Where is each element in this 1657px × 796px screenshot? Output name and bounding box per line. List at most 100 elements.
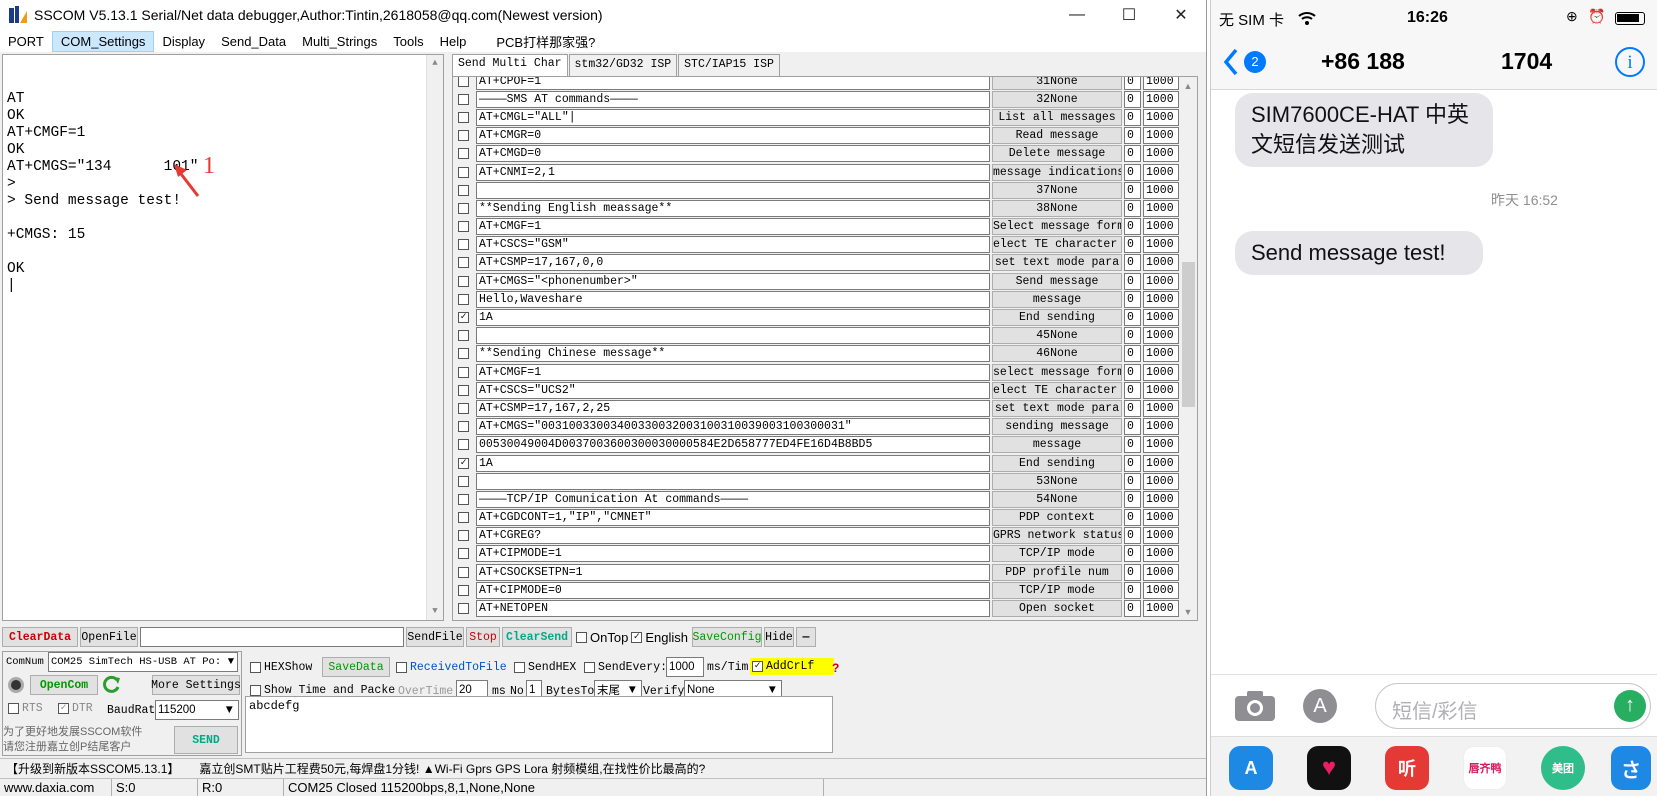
ad-link[interactable]: 嘉立创SMT贴片工程费50元,每焊盘1分钱! ▲Wi-Fi Gprs GPS L… [199, 760, 705, 777]
row-command-input[interactable]: 00530049004D0037003600300030000584E2D658… [476, 436, 990, 454]
row-order-input[interactable]: 0 [1124, 490, 1141, 508]
row-order-input[interactable]: 0 [1124, 90, 1141, 108]
row-command-input[interactable]: AT+CSMP=17,167,0,0 [476, 254, 990, 272]
row-command-input[interactable]: AT+CIPMODE=0 [476, 581, 990, 599]
row-order-input[interactable]: 0 [1124, 545, 1141, 563]
row-delay-input[interactable]: 1000 [1143, 381, 1179, 399]
row-order-input[interactable]: 0 [1124, 381, 1141, 399]
close-button[interactable]: ✕ [1155, 0, 1206, 30]
row-delay-input[interactable]: 1000 [1143, 272, 1179, 290]
row-checkbox[interactable]: ✓ [458, 457, 469, 469]
row-command-input[interactable]: **Sending English meassage** [476, 199, 990, 217]
save-config-button[interactable]: SaveConfig [691, 627, 762, 647]
row-send-button[interactable]: sending message [992, 418, 1122, 436]
row-order-input[interactable]: 0 [1124, 472, 1141, 490]
row-send-button[interactable]: set text mode para [992, 399, 1122, 417]
message-bubble-2[interactable]: Send message test! [1235, 231, 1483, 275]
row-checkbox[interactable] [458, 275, 469, 287]
row-send-button[interactable]: Select message forma [992, 218, 1122, 236]
row-send-button[interactable]: select message forma [992, 363, 1122, 381]
send-file-button[interactable]: SendFile [406, 627, 464, 647]
row-command-input[interactable]: AT+CSOCKSETPN=1 [476, 563, 990, 581]
row-checkbox[interactable] [458, 166, 469, 178]
app-store-app-icon[interactable]: A [1229, 746, 1273, 790]
menu-tools[interactable]: Tools [385, 32, 431, 51]
tab-stc-isp[interactable]: STC/IAP15 ISP [678, 54, 780, 76]
row-command-input[interactable]: AT+CGDCONT=1,"IP","CMNET" [476, 509, 990, 527]
refresh-icon[interactable] [102, 675, 122, 695]
row-command-input[interactable]: AT+CSMP=17,167,2,25 [476, 399, 990, 417]
clear-data-button[interactable]: ClearData [2, 627, 78, 647]
row-delay-input[interactable]: 1000 [1143, 145, 1179, 163]
row-command-input[interactable]: AT+CMGF=1 [476, 363, 990, 381]
row-checkbox[interactable] [458, 239, 469, 251]
baud-rate-select[interactable]: 115200 ▼ [155, 700, 239, 720]
ting-app-icon[interactable]: 听 [1385, 746, 1429, 790]
row-send-button[interactable]: Send message [992, 272, 1122, 290]
row-delay-input[interactable]: 1000 [1143, 127, 1179, 145]
row-send-button[interactable]: Open socket [992, 600, 1122, 618]
row-command-input[interactable] [476, 327, 990, 345]
row-order-input[interactable]: 0 [1124, 418, 1141, 436]
maximize-button[interactable]: ☐ [1103, 0, 1155, 30]
row-command-input[interactable]: AT+CSCS="UCS2" [476, 381, 990, 399]
row-checkbox[interactable] [458, 330, 469, 342]
row-delay-input[interactable]: 1000 [1143, 436, 1179, 454]
english-checkbox[interactable]: ✓ English [631, 630, 688, 645]
terminal-scrollbar[interactable]: ▲ ▼ [426, 55, 443, 620]
row-order-input[interactable]: 0 [1124, 108, 1141, 126]
row-order-input[interactable]: 0 [1124, 218, 1141, 236]
menu-multi-strings[interactable]: Multi_Strings [294, 32, 385, 51]
row-order-input[interactable]: 0 [1124, 436, 1141, 454]
contact-number-suffix[interactable]: 1704 [1501, 48, 1552, 75]
row-delay-input[interactable]: 1000 [1143, 454, 1179, 472]
rts-checkbox[interactable]: RTS [8, 702, 43, 715]
row-checkbox[interactable] [458, 475, 469, 487]
row-delay-input[interactable]: 1000 [1143, 77, 1179, 90]
row-order-input[interactable]: 0 [1124, 163, 1141, 181]
hide-button[interactable]: Hide [763, 627, 794, 647]
row-delay-input[interactable]: 1000 [1143, 472, 1179, 490]
scroll-thumb[interactable] [1182, 262, 1195, 407]
row-send-button[interactable]: GPRS network status [992, 527, 1122, 545]
row-send-button[interactable]: 46None [992, 345, 1122, 363]
row-delay-input[interactable]: 1000 [1143, 509, 1179, 527]
row-delay-input[interactable]: 1000 [1143, 581, 1179, 599]
tab-stm32-isp[interactable]: stm32/GD32 ISP [568, 54, 678, 76]
row-order-input[interactable]: 0 [1124, 509, 1141, 527]
file-path-input[interactable] [140, 627, 404, 647]
menu-com-settings[interactable]: COM_Settings [51, 30, 155, 52]
add-crlf-checkbox[interactable]: ✓ AddCrLf [750, 658, 835, 675]
row-order-input[interactable]: 0 [1124, 181, 1141, 199]
row-checkbox[interactable] [458, 493, 469, 505]
contact-number-prefix[interactable]: +86 188 [1321, 48, 1405, 75]
row-command-input[interactable]: AT+CMGF=1 [476, 218, 990, 236]
row-delay-input[interactable]: 1000 [1143, 254, 1179, 272]
row-command-input[interactable]: ————TCP/IP Comunication At commands———— [476, 490, 990, 508]
send-every-input[interactable]: 1000 [666, 657, 704, 677]
row-delay-input[interactable]: 1000 [1143, 236, 1179, 254]
row-order-input[interactable]: 0 [1124, 581, 1141, 599]
row-checkbox[interactable] [458, 221, 469, 233]
row-order-input[interactable]: 0 [1124, 563, 1141, 581]
menu-pcb-ad[interactable]: PCB打样那家强? [488, 30, 603, 53]
row-send-button[interactable]: List all messages [992, 108, 1122, 126]
row-command-input[interactable]: ————SMS AT commands———— [476, 90, 990, 108]
chunqiya-app-icon[interactable]: 唇齐鸭 [1463, 746, 1507, 790]
row-checkbox[interactable] [458, 148, 469, 160]
row-delay-input[interactable]: 1000 [1143, 545, 1179, 563]
row-checkbox[interactable] [458, 111, 469, 123]
clear-send-button[interactable]: ClearSend [502, 627, 572, 647]
row-checkbox[interactable] [458, 566, 469, 578]
row-command-input[interactable]: AT+CIPMODE=1 [476, 545, 990, 563]
open-file-button[interactable]: OpenFile [80, 627, 138, 647]
scroll-up-icon[interactable]: ▲ [1180, 77, 1196, 94]
send-button[interactable]: SEND [174, 726, 238, 754]
send-every-checkbox[interactable]: SendEvery: [584, 661, 667, 674]
row-send-button[interactable]: End sending [992, 309, 1122, 327]
promo-line-2[interactable]: 请您注册嘉立创P结尾客户 [3, 738, 131, 754]
row-checkbox[interactable] [458, 584, 469, 596]
row-checkbox[interactable] [458, 439, 469, 451]
row-delay-input[interactable]: 1000 [1143, 418, 1179, 436]
row-checkbox[interactable] [458, 348, 469, 360]
